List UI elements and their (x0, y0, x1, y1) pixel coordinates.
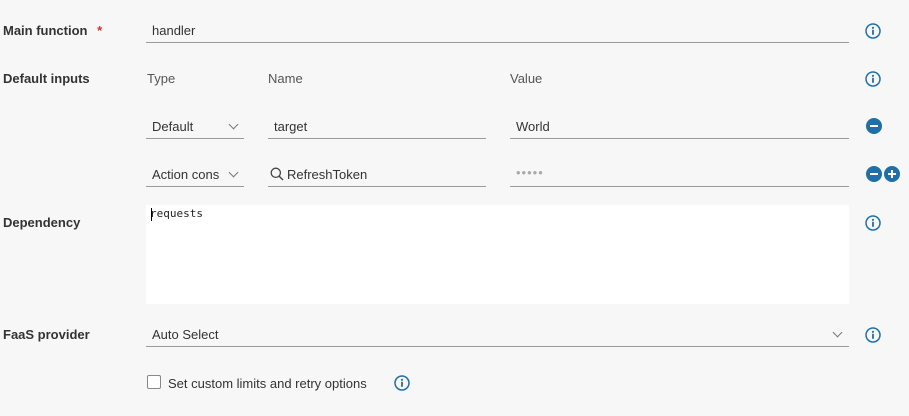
input-type-value: Default (152, 119, 194, 134)
info-icon[interactable] (865, 23, 881, 39)
minus-circle-icon[interactable] (866, 166, 882, 182)
info-icon[interactable] (394, 375, 410, 391)
input-name-value: RefreshToken (287, 167, 368, 182)
chevron-down-icon (228, 167, 239, 178)
main-function-input[interactable]: handler (146, 17, 849, 43)
dependency-value: requests (150, 207, 203, 220)
input-type-select[interactable]: Default (146, 113, 244, 139)
input-value-masked: ••••• (516, 165, 544, 180)
main-function-value: handler (152, 23, 196, 38)
input-name-search-field[interactable]: RefreshToken (268, 161, 486, 187)
plus-circle-icon[interactable] (884, 166, 900, 182)
custom-limits-label: Set custom limits and retry options (168, 376, 367, 391)
input-name-value: target (274, 119, 308, 134)
input-type-select[interactable]: Action cons (146, 161, 244, 187)
required-marker: * (97, 23, 103, 38)
input-value-value: World (516, 119, 550, 134)
minus-circle-icon[interactable] (866, 118, 882, 134)
faas-provider-value: Auto Select (152, 327, 219, 342)
dependency-textarea[interactable]: requests (146, 205, 849, 304)
info-icon[interactable] (865, 327, 881, 343)
search-icon (270, 167, 284, 181)
input-value-field[interactable]: World (510, 113, 849, 139)
faas-provider-label: FaaS provider (3, 327, 90, 342)
input-value-password-field[interactable]: ••••• (510, 161, 849, 187)
input-type-value: Action cons (152, 167, 220, 182)
custom-limits-checkbox[interactable] (147, 375, 161, 389)
info-icon[interactable] (865, 71, 881, 87)
chevron-down-icon (228, 119, 239, 130)
info-icon[interactable] (865, 215, 881, 231)
chevron-down-icon (832, 327, 843, 338)
default-inputs-label: Default inputs (3, 71, 90, 86)
column-header-value: Value (510, 71, 543, 86)
input-name-field[interactable]: target (268, 113, 486, 139)
main-function-label: Main function * (3, 23, 103, 38)
column-header-name: Name (268, 71, 303, 86)
faas-provider-select[interactable]: Auto Select (146, 321, 849, 347)
dependency-label: Dependency (3, 215, 81, 230)
column-header-type: Type (147, 71, 176, 86)
